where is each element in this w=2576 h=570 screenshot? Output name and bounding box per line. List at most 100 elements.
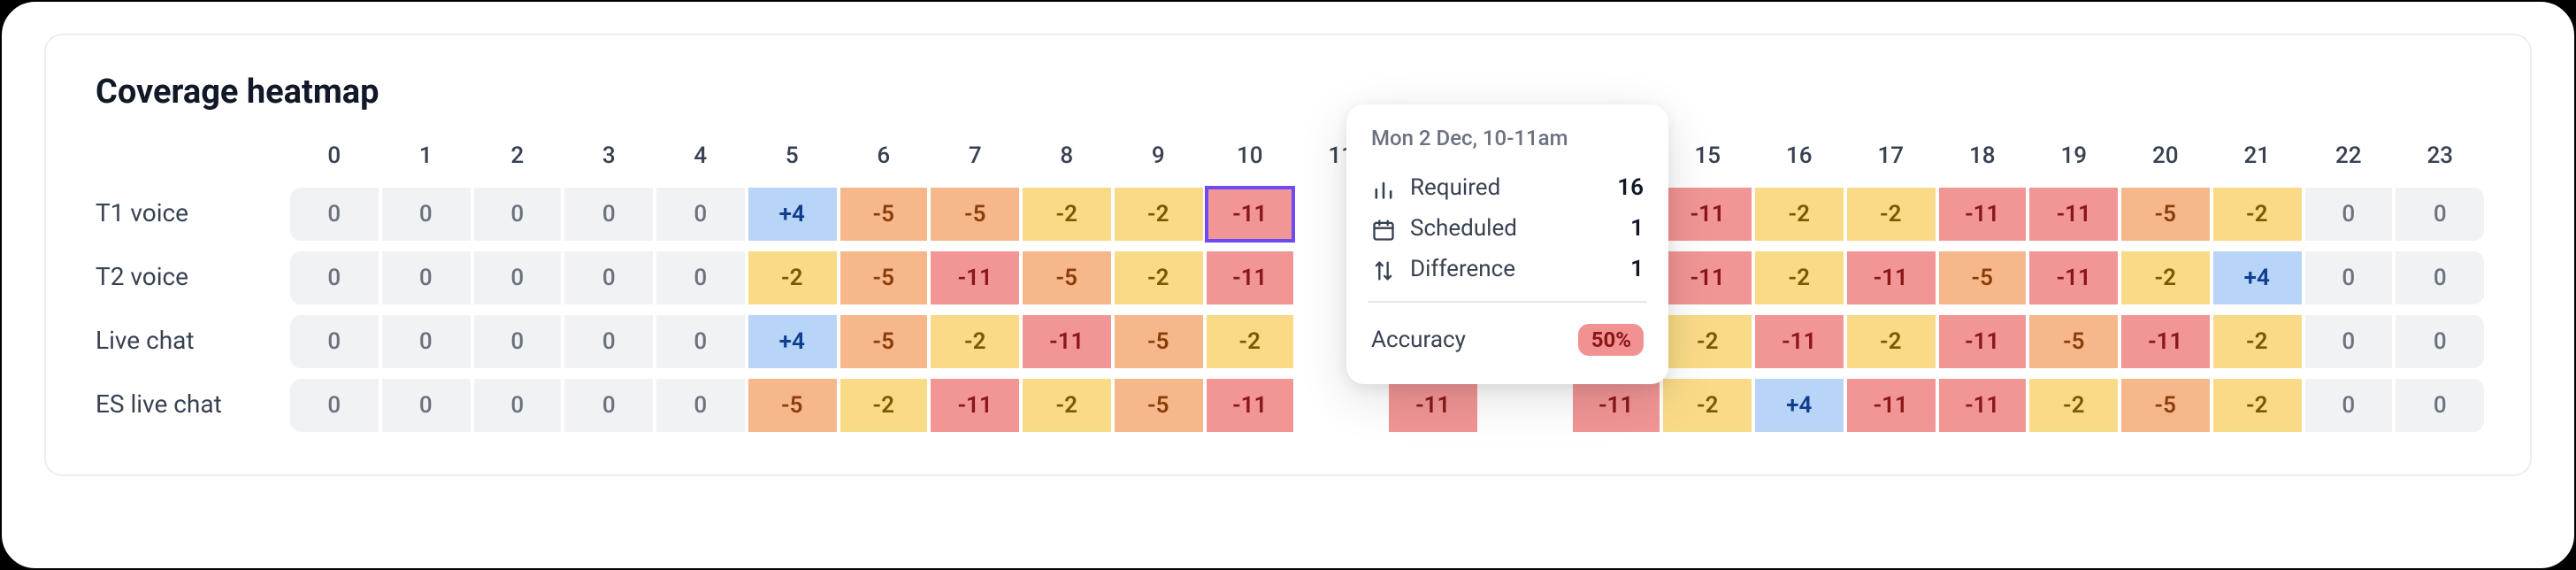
heatmap-cell[interactable]: 0 [656, 379, 745, 432]
heatmap-cell[interactable]: 0 [290, 379, 379, 432]
heatmap-cell[interactable]: 0 [2304, 188, 2393, 241]
heatmap-grid: 01234567891011121314151617181920212223T1… [92, 143, 2484, 432]
heatmap-cell[interactable]: -5 [2030, 315, 2119, 368]
heatmap-cell[interactable]: 0 [2396, 315, 2485, 368]
heatmap-cell[interactable]: 0 [656, 188, 745, 241]
heatmap-cell[interactable]: -2 [840, 379, 928, 432]
heatmap-cell[interactable]: -11 [1206, 251, 1294, 304]
heatmap-cell[interactable]: -11 [1664, 251, 1752, 304]
heatmap-cell[interactable]: -2 [932, 315, 1020, 368]
heatmap-cell[interactable]: 0 [473, 251, 562, 304]
heatmap-cell[interactable]: 0 [2304, 379, 2393, 432]
heatmap-cell[interactable]: -2 [1664, 315, 1752, 368]
header-spacer [92, 143, 287, 177]
heatmap-cell[interactable]: -5 [1115, 379, 1203, 432]
tooltip-required-value: 16 [1617, 175, 1644, 202]
heatmap-cell[interactable]: -11 [1755, 315, 1844, 368]
heatmap-cell[interactable]: -11 [1847, 251, 1936, 304]
heatmap-cell[interactable]: -11 [2030, 188, 2119, 241]
heatmap-cell[interactable]: -2 [1115, 251, 1203, 304]
tooltip-required-label: Required [1410, 175, 1500, 202]
heatmap-cell[interactable]: 0 [473, 315, 562, 368]
heatmap-cell[interactable]: -11 [1847, 379, 1936, 432]
heatmap-cell[interactable]: 0 [473, 188, 562, 241]
cell-tooltip: Mon 2 Dec, 10-11am Required 16 [1346, 104, 1668, 384]
heatmap-cell[interactable]: 0 [382, 379, 471, 432]
heatmap-cell[interactable]: 0 [382, 251, 471, 304]
heatmap-cell[interactable]: 0 [565, 251, 654, 304]
row-label: ES live chat [92, 379, 287, 432]
heatmap-cell[interactable]: -2 [2030, 379, 2119, 432]
heatmap-cell[interactable]: -5 [1023, 251, 1111, 304]
hour-header: 22 [2304, 143, 2393, 177]
heatmap-cell[interactable]: +4 [1755, 379, 1844, 432]
heatmap-cell[interactable]: -2 [1755, 188, 1844, 241]
coverage-heatmap-card: Coverage heatmap 01234567891011121314151… [44, 34, 2532, 476]
heatmap-cell[interactable]: +4 [748, 315, 837, 368]
heatmap-cell[interactable]: -11 [1938, 188, 2027, 241]
heatmap-cell[interactable]: -5 [2121, 379, 2210, 432]
heatmap-cell[interactable]: 0 [565, 188, 654, 241]
heatmap-cell[interactable]: -2 [2213, 188, 2302, 241]
hour-header: 7 [932, 143, 1020, 177]
heatmap-cell[interactable]: -5 [2121, 188, 2210, 241]
heatmap-cell[interactable]: -11 [1206, 379, 1294, 432]
heatmap-cell[interactable]: 0 [290, 251, 379, 304]
heatmap-cell[interactable]: 0 [290, 188, 379, 241]
heatmap-cell[interactable]: -5 [748, 379, 837, 432]
tooltip-difference-value: 1 [1630, 257, 1644, 283]
hour-header: 5 [748, 143, 837, 177]
heatmap-cell[interactable]: -5 [840, 188, 928, 241]
heatmap-cell[interactable]: -5 [840, 315, 928, 368]
heatmap-cell[interactable]: -5 [840, 251, 928, 304]
heatmap-cell[interactable]: -11 [2121, 315, 2210, 368]
heatmap-cell[interactable]: -2 [1206, 315, 1294, 368]
heatmap-cell[interactable]: -5 [1115, 315, 1203, 368]
heatmap-cell[interactable]: -11 [1938, 315, 2027, 368]
window-frame: Coverage heatmap 01234567891011121314151… [0, 0, 2576, 570]
heatmap-cell[interactable]: 0 [382, 188, 471, 241]
heatmap-cell[interactable]: 0 [2304, 251, 2393, 304]
heatmap-cell[interactable]: -2 [2213, 315, 2302, 368]
heatmap-cell[interactable]: -2 [2213, 379, 2302, 432]
heatmap-cell[interactable]: -2 [1847, 188, 1936, 241]
tooltip-divider [1368, 301, 1647, 303]
hour-header: 10 [1206, 143, 1294, 177]
heatmap-cell[interactable]: -2 [1664, 379, 1752, 432]
heatmap-cell[interactable]: 0 [656, 251, 745, 304]
heatmap-cell[interactable]: -2 [748, 251, 837, 304]
heatmap-cell[interactable]: 0 [290, 315, 379, 368]
heatmap-cell[interactable]: +4 [748, 188, 837, 241]
heatmap-cell[interactable]: -5 [932, 188, 1020, 241]
heatmap-cell[interactable]: 0 [565, 315, 654, 368]
hour-header: 1 [382, 143, 471, 177]
heatmap-cell[interactable]: +4 [2213, 251, 2302, 304]
heatmap-cell[interactable]: -11 [1664, 188, 1752, 241]
tooltip-row-scheduled: Scheduled 1 [1371, 209, 1644, 250]
heatmap-cell[interactable]: 0 [2396, 251, 2485, 304]
heatmap-cell[interactable]: -11 [2030, 251, 2119, 304]
hour-header: 21 [2213, 143, 2302, 177]
heatmap-cell[interactable]: 0 [2304, 315, 2393, 368]
heatmap-cell[interactable]: 0 [565, 379, 654, 432]
heatmap-cell[interactable]: -2 [1115, 188, 1203, 241]
heatmap-cell[interactable]: -2 [1023, 188, 1111, 241]
heatmap-cell[interactable]: -11 [1938, 379, 2027, 432]
heatmap-cell[interactable]: -11 [1389, 379, 1477, 432]
heatmap-cell[interactable]: -2 [2121, 251, 2210, 304]
card-title: Coverage heatmap [96, 71, 2484, 112]
heatmap-cell[interactable]: -11 [932, 379, 1020, 432]
heatmap-cell[interactable]: -11 [932, 251, 1020, 304]
heatmap-cell[interactable]: 0 [2396, 188, 2485, 241]
heatmap-cell[interactable]: -2 [1023, 379, 1111, 432]
heatmap-cell[interactable]: 0 [382, 315, 471, 368]
heatmap-cell[interactable]: 0 [2396, 379, 2485, 432]
heatmap-cell[interactable]: -11 [1206, 188, 1294, 241]
heatmap-cell[interactable]: -11 [1572, 379, 1660, 432]
heatmap-cell[interactable]: -11 [1023, 315, 1111, 368]
heatmap-cell[interactable]: -2 [1755, 251, 1844, 304]
heatmap-cell[interactable]: 0 [473, 379, 562, 432]
heatmap-cell[interactable]: -2 [1847, 315, 1936, 368]
heatmap-cell[interactable]: 0 [656, 315, 745, 368]
heatmap-cell[interactable]: -5 [1938, 251, 2027, 304]
